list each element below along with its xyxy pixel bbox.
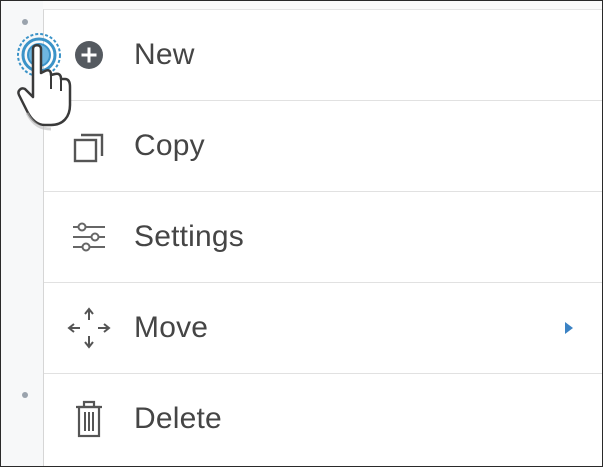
menu-item-copy[interactable]: Copy bbox=[44, 101, 602, 192]
menu-item-delete[interactable]: Delete bbox=[44, 374, 602, 464]
menu-item-move[interactable]: Move bbox=[44, 283, 602, 374]
menu-item-label: New bbox=[134, 38, 195, 71]
trash-icon bbox=[66, 396, 112, 442]
hand-cursor-icon bbox=[5, 25, 85, 135]
sliders-icon bbox=[66, 214, 112, 260]
menu-item-label: Delete bbox=[134, 402, 222, 435]
menu-item-label: Copy bbox=[134, 129, 205, 162]
move-arrows-icon bbox=[66, 305, 112, 351]
chevron-right-icon[interactable] bbox=[562, 319, 576, 337]
menu-item-settings[interactable]: Settings bbox=[44, 192, 602, 283]
context-menu-frame: New Copy Settings Move Delete bbox=[0, 0, 603, 467]
menu-item-label: Move bbox=[134, 311, 209, 344]
menu-item-new[interactable]: New bbox=[44, 10, 602, 101]
gutter-dot bbox=[22, 392, 28, 398]
context-menu: New Copy Settings Move Delete bbox=[43, 9, 602, 466]
menu-item-label: Settings bbox=[134, 220, 244, 253]
